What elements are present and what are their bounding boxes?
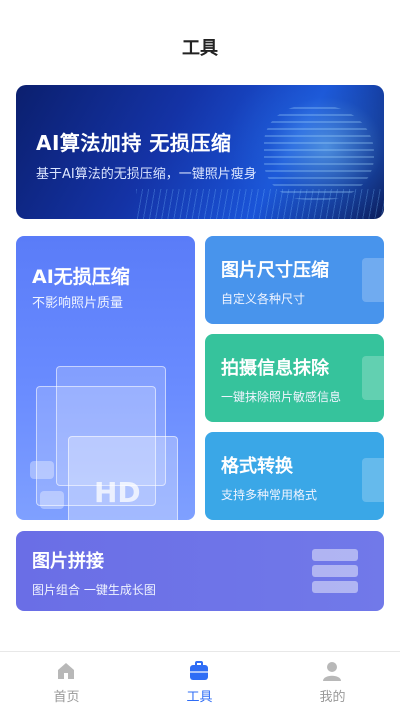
size-compress-title: 图片尺寸压缩 bbox=[221, 260, 329, 281]
tab-home[interactable]: 首页 bbox=[0, 652, 133, 712]
tab-home-label: 首页 bbox=[53, 690, 80, 705]
hd-layers-illustration: HD bbox=[16, 366, 195, 520]
ai-compress-title: AI无损压缩 bbox=[32, 266, 130, 288]
size-compress-card[interactable]: 图片尺寸压缩 自定义各种尺寸 bbox=[205, 236, 384, 324]
stitch-icon bbox=[312, 549, 358, 595]
ai-compress-card[interactable]: AI无损压缩 不影响照片质量 HD bbox=[16, 236, 195, 520]
stitch-subtitle: 图片组合 一键生成长图 bbox=[32, 583, 156, 597]
stitch-title: 图片拼接 bbox=[32, 551, 104, 572]
promo-banner[interactable]: AI算法加持 无损压缩 基于AI算法的无损压缩，一键照片瘦身 bbox=[16, 85, 384, 219]
erase-info-title: 拍摄信息抹除 bbox=[221, 358, 329, 379]
tab-mine[interactable]: 我的 bbox=[266, 652, 399, 712]
tab-mine-label: 我的 bbox=[319, 690, 346, 705]
home-icon bbox=[58, 663, 74, 679]
stitch-card[interactable]: 图片拼接 图片组合 一键生成长图 bbox=[16, 531, 384, 611]
erase-info-card[interactable]: 拍摄信息抹除 一键抹除照片敏感信息 bbox=[205, 334, 384, 422]
tab-tools[interactable]: 工具 bbox=[133, 652, 266, 712]
format-convert-subtitle: 支持多种常用格式 bbox=[221, 488, 318, 502]
wave-decoration bbox=[136, 189, 384, 219]
eraser-icon bbox=[362, 356, 384, 400]
format-convert-title: 格式转换 bbox=[221, 456, 293, 477]
convert-icon bbox=[362, 458, 384, 502]
data-grid-decoration bbox=[264, 105, 374, 200]
size-compress-subtitle: 自定义各种尺寸 bbox=[221, 292, 306, 306]
ai-compress-subtitle: 不影响照片质量 bbox=[32, 296, 124, 311]
user-icon bbox=[323, 662, 341, 681]
tab-tools-label: 工具 bbox=[186, 690, 213, 705]
page-title: 工具 bbox=[182, 38, 218, 59]
format-convert-card[interactable]: 格式转换 支持多种常用格式 bbox=[205, 432, 384, 520]
toolbox-icon bbox=[190, 661, 208, 680]
resize-icon bbox=[362, 258, 384, 302]
hd-badge: HD bbox=[94, 476, 141, 509]
bottom-tabbar: 首页 工具 我的 bbox=[0, 651, 400, 712]
banner-title: AI算法加持 无损压缩 bbox=[36, 131, 232, 155]
erase-info-subtitle: 一键抹除照片敏感信息 bbox=[221, 390, 342, 404]
banner-subtitle: 基于AI算法的无损压缩，一键照片瘦身 bbox=[36, 167, 257, 182]
